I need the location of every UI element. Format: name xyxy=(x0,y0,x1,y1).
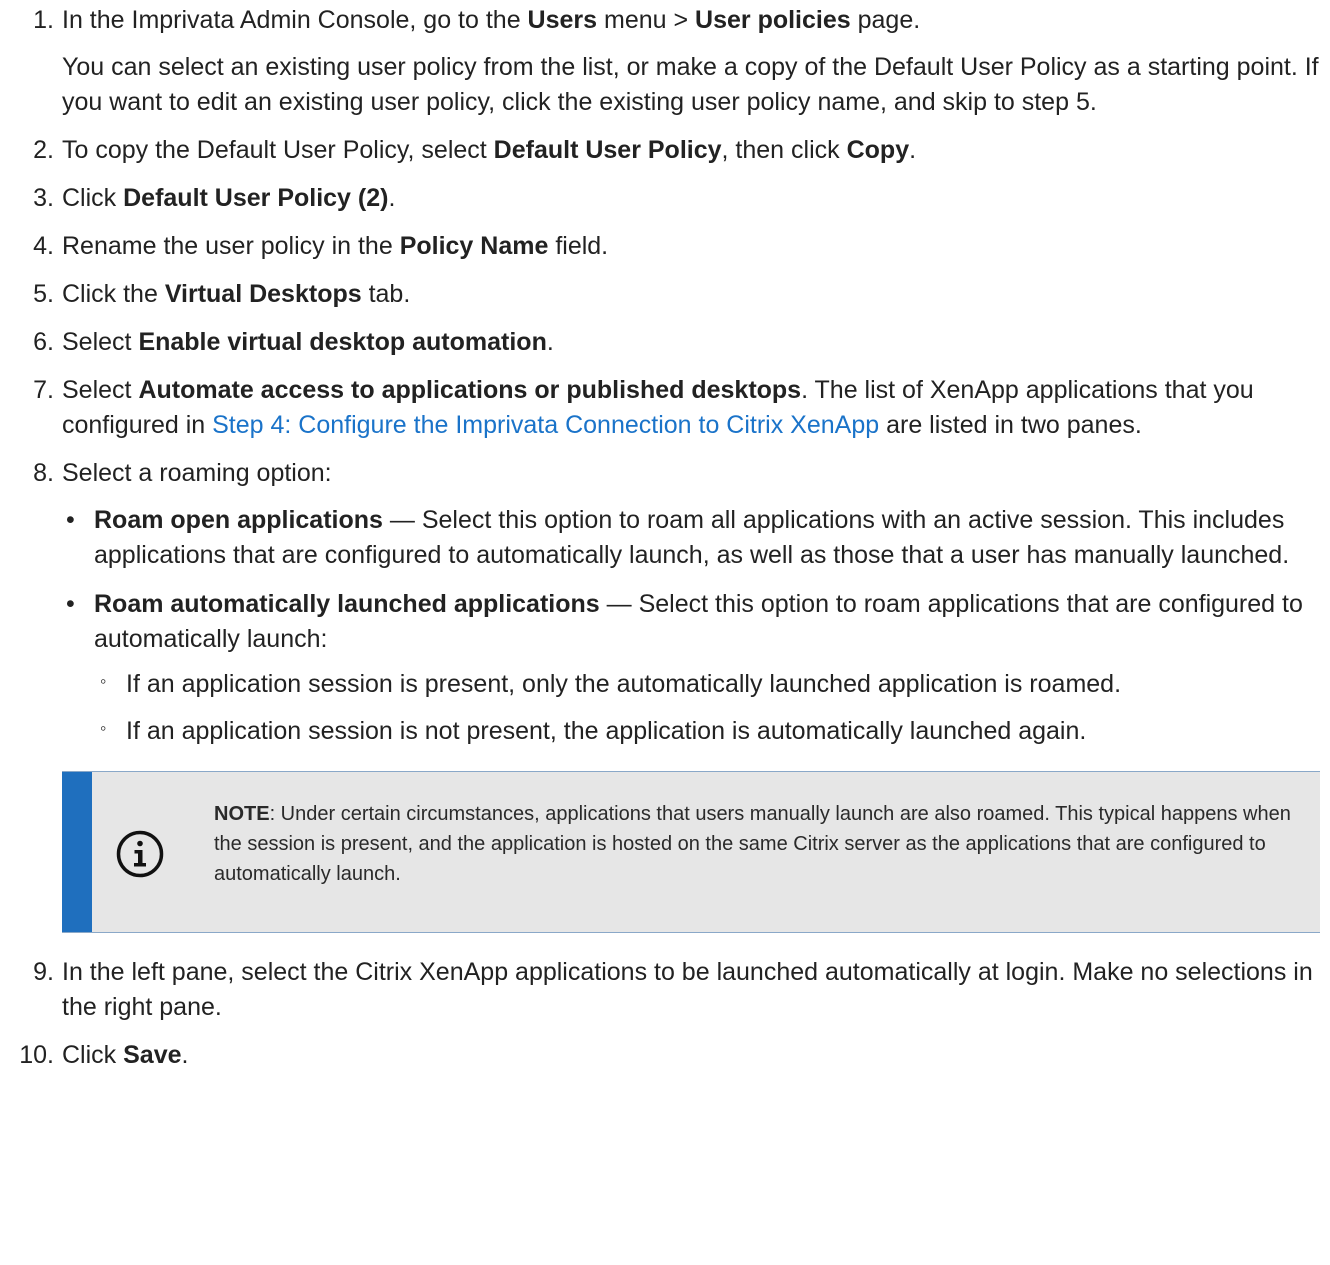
text-run: tab. xyxy=(361,280,411,308)
note-accent-bar xyxy=(62,772,92,932)
text-run: are listed in two panes. xyxy=(879,411,1142,439)
procedure-document: 1. In the Imprivata Admin Console, go to… xyxy=(0,3,1330,1265)
automate-access-label: Automate access to applications or publi… xyxy=(138,376,802,404)
step-number: 9. xyxy=(33,958,54,986)
text-run: . xyxy=(181,1041,189,1069)
text-run: . xyxy=(909,136,917,164)
step-number: 10. xyxy=(19,1041,54,1069)
step-text: Rename the user policy in the Policy Nam… xyxy=(62,232,608,260)
sub-bullet-text: If an application session is not present… xyxy=(126,717,1087,745)
sub-bullet-text: If an application session is present, on… xyxy=(126,670,1122,698)
step-8: 8. Select a roaming option: • Roam open … xyxy=(0,456,1330,933)
roaming-option-title: Roam open applications xyxy=(94,506,383,534)
text-run: . xyxy=(546,328,554,356)
text-run: Click xyxy=(62,1041,124,1069)
step-number: 1. xyxy=(33,6,54,34)
copy-label: Copy xyxy=(846,136,910,164)
step-9: 9. In the left pane, select the Citrix X… xyxy=(0,955,1330,1025)
step-6: 6. Select Enable virtual desktop automat… xyxy=(0,325,1330,360)
users-menu-label: Users xyxy=(527,6,598,34)
roaming-options-list: • Roam open applications — Select this o… xyxy=(62,503,1320,749)
info-icon xyxy=(116,830,164,878)
step-number: 5. xyxy=(33,280,54,308)
step-text: Click Save. xyxy=(62,1041,188,1069)
enable-vda-label: Enable virtual desktop automation xyxy=(138,328,547,356)
text-run: page. xyxy=(850,6,921,34)
save-label: Save xyxy=(123,1041,182,1069)
step-text: To copy the Default User Policy, select … xyxy=(62,136,916,164)
text-run: menu > xyxy=(597,6,696,34)
user-policies-label: User policies xyxy=(695,6,851,34)
step-1: 1. In the Imprivata Admin Console, go to… xyxy=(0,3,1330,120)
step-text: Select a roaming option: xyxy=(62,459,332,487)
note-body: : Under certain circumstances, applicati… xyxy=(214,803,1291,885)
step-text: Select Enable virtual desktop automation… xyxy=(62,328,554,356)
steps-list: 1. In the Imprivata Admin Console, go to… xyxy=(0,3,1330,1073)
roaming-option: • Roam open applications — Select this o… xyxy=(62,503,1320,573)
step-7: 7. Select Automate access to application… xyxy=(0,373,1330,443)
virtual-desktops-label: Virtual Desktops xyxy=(164,280,362,308)
text-run: In the Imprivata Admin Console, go to th… xyxy=(62,6,528,34)
bullet-icon: • xyxy=(66,506,75,534)
roaming-option: • Roam automatically launched applicatio… xyxy=(62,587,1320,749)
step-number: 8. xyxy=(33,459,54,487)
text-run: Click the xyxy=(62,280,165,308)
text-run: To copy the Default User Policy, select xyxy=(62,136,494,164)
step-text: In the Imprivata Admin Console, go to th… xyxy=(62,6,920,34)
circle-bullet-icon: ◦ xyxy=(100,671,107,691)
sub-bullet: ◦ If an application session is not prese… xyxy=(94,714,1320,749)
text-run: Click xyxy=(62,184,124,212)
step-2: 2. To copy the Default User Policy, sele… xyxy=(0,133,1330,168)
sub-bullet-list: ◦ If an application session is present, … xyxy=(94,667,1320,749)
step-number: 4. xyxy=(33,232,54,260)
step-4-link[interactable]: Step 4: Configure the Imprivata Connecti… xyxy=(212,411,879,439)
text-run: Select xyxy=(62,328,139,356)
step-4: 4. Rename the user policy in the Policy … xyxy=(0,229,1330,264)
step-number: 7. xyxy=(33,376,54,404)
note-callout: NOTE: Under certain circumstances, appli… xyxy=(62,771,1320,933)
step-text: Click Default User Policy (2). xyxy=(62,184,395,212)
default-user-policy-label: Default User Policy xyxy=(493,136,722,164)
sub-bullet: ◦ If an application session is present, … xyxy=(94,667,1320,702)
note-text: NOTE: Under certain circumstances, appli… xyxy=(214,799,1312,889)
roaming-option-title: Roam automatically launched applications xyxy=(94,590,600,618)
step-5: 5. Click the Virtual Desktops tab. xyxy=(0,277,1330,312)
step-number: 6. xyxy=(33,328,54,356)
text-run: Rename the user policy in the xyxy=(62,232,400,260)
step-number: 2. xyxy=(33,136,54,164)
note-label: NOTE xyxy=(214,803,270,825)
default-user-policy-2-label: Default User Policy (2) xyxy=(123,184,389,212)
step-1-note: You can select an existing user policy f… xyxy=(62,53,1319,116)
policy-name-label: Policy Name xyxy=(399,232,549,260)
step-3: 3. Click Default User Policy (2). xyxy=(0,181,1330,216)
text-run: . xyxy=(388,184,396,212)
circle-bullet-icon: ◦ xyxy=(100,718,107,738)
step-text: In the left pane, select the Citrix XenA… xyxy=(62,958,1313,1021)
bullet-icon: • xyxy=(66,590,75,618)
text-run: , then click xyxy=(721,136,847,164)
step-text: Click the Virtual Desktops tab. xyxy=(62,280,410,308)
text-run: field. xyxy=(548,232,609,260)
step-number: 3. xyxy=(33,184,54,212)
text-run: Select xyxy=(62,376,139,404)
step-10: 10. Click Save. xyxy=(0,1038,1330,1073)
step-text: Select Automate access to applications o… xyxy=(62,376,1254,439)
